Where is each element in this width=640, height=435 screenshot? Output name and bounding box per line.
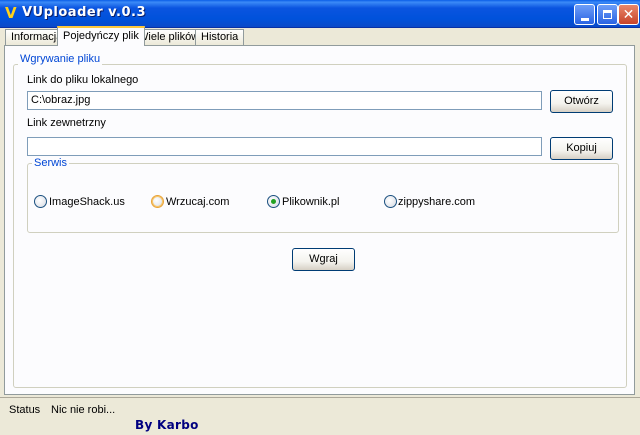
external-link-label: Link zewnetrzny [27, 117, 106, 129]
radio-wrzucaj-label[interactable]: Wrzucaj.com [166, 196, 229, 208]
radio-plikownik[interactable] [267, 195, 280, 208]
local-file-input[interactable]: C:\obraz.jpg [27, 91, 542, 110]
radio-plikownik-label[interactable]: Plikownik.pl [282, 196, 339, 208]
window-title: VUploader v.0.3 [22, 5, 147, 20]
open-button[interactable]: Otwórz [550, 90, 613, 113]
close-button[interactable]: ✕ [618, 4, 639, 25]
radio-zippyshare-label[interactable]: zippyshare.com [398, 196, 475, 208]
radio-selected-dot [271, 199, 276, 204]
status-label: Status [9, 404, 41, 416]
maximize-icon [603, 10, 612, 19]
minimize-button[interactable] [574, 4, 595, 25]
status-separator [0, 397, 640, 398]
minimize-icon [580, 17, 589, 21]
copy-button[interactable]: Kopiuj [550, 137, 613, 160]
radio-wrzucaj[interactable] [151, 195, 164, 208]
brand-label: By Karbo [135, 418, 199, 432]
radio-imageshack[interactable] [34, 195, 47, 208]
service-group-legend: Serwis [32, 157, 70, 169]
close-icon: ✕ [622, 6, 635, 23]
external-link-input[interactable] [27, 137, 542, 156]
maximize-button[interactable] [597, 4, 618, 25]
tab-pojedynczy-plik[interactable]: Pojedyńczy plik [57, 26, 145, 46]
local-file-label: Link do pliku lokalnego [27, 74, 139, 86]
radio-imageshack-label[interactable]: ImageShack.us [49, 196, 125, 208]
tab-historia[interactable]: Historia [195, 29, 245, 45]
status-text: Nic nie robi... [51, 404, 116, 416]
upload-button[interactable]: Wgraj [292, 248, 355, 271]
upload-group-legend: Wgrywanie pliku [18, 53, 103, 65]
vuploader-icon[interactable]: V [5, 5, 19, 21]
radio-zippyshare[interactable] [384, 195, 397, 208]
